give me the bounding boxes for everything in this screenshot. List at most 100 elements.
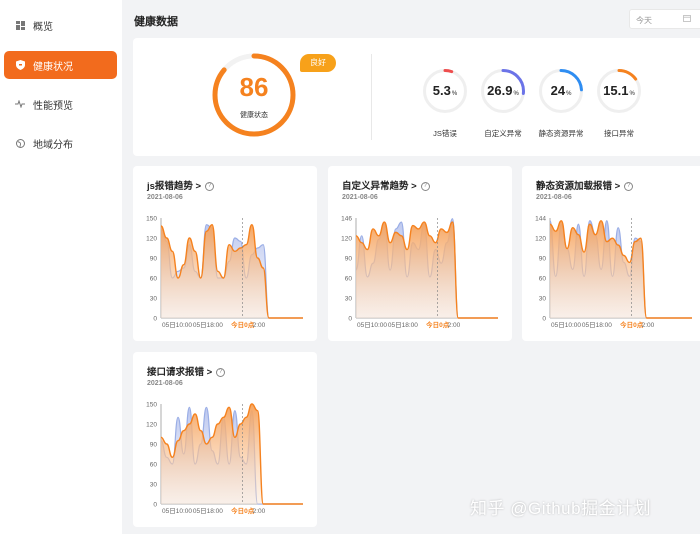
x-tick-label: 05日10:00	[162, 507, 192, 515]
sidebar: 概览 健康状况 性能预览 地域分布	[0, 0, 122, 534]
y-tick-label: 60	[150, 462, 158, 469]
series-area-primary	[550, 220, 692, 318]
series-area-primary	[356, 222, 498, 318]
health-score-gauge: 86 健康状态	[211, 52, 297, 138]
x-tick-label: 05日10:00	[162, 321, 192, 329]
y-tick-label: 120	[341, 236, 352, 243]
metric-value: 5.3	[432, 83, 451, 98]
x-tick-label: 05日18:00	[193, 321, 223, 329]
y-tick-label: 120	[535, 236, 546, 243]
x-tick-label: 05日18:00	[193, 507, 223, 515]
y-tick-label: 0	[542, 316, 546, 323]
y-tick-label: 60	[150, 276, 158, 283]
y-tick-label: 0	[153, 316, 157, 323]
chart-card-title-link[interactable]: js报错趋势 >?	[147, 178, 215, 192]
y-tick-label: 90	[150, 442, 158, 449]
metric-custom-error[interactable]: 26.9%	[480, 68, 526, 114]
chart-card-title-link[interactable]: 自定义异常趋势 >?	[342, 178, 430, 192]
health-status-badge: 良好	[300, 54, 336, 72]
y-tick-label: 90	[539, 256, 547, 263]
y-tick-label: 30	[539, 296, 547, 303]
chart-date: 2021-08-06	[147, 194, 183, 201]
metric-label: 接口异常	[604, 129, 634, 138]
y-tick-label: 144	[535, 216, 546, 223]
shield-icon	[15, 60, 25, 70]
chart-date: 2021-08-06	[342, 194, 378, 201]
y-tick-label: 120	[146, 422, 157, 429]
metric-unit: %	[513, 91, 519, 97]
sidebar-item-health[interactable]: 健康状况	[4, 51, 117, 79]
sidebar-item-label: 健康状况	[33, 61, 73, 73]
chart-title: js报错趋势 >	[147, 181, 202, 192]
health-score-value: 86	[239, 72, 269, 102]
x-tick-label: 2:00	[642, 322, 655, 329]
sidebar-item-region[interactable]: 地域分布	[4, 129, 117, 157]
watermark: 知乎 @Github掘金计划	[470, 499, 652, 518]
trend-chart: 144 120 90 60 30 0 05日10:00 05日18:00 今日0点2:00	[535, 216, 692, 329]
sidebar-item-overview[interactable]: 概览	[4, 11, 117, 39]
pulse-icon	[15, 99, 25, 109]
health-summary-panel: 86 健康状态 良好 5.3% JS错误 26.9% 自定义异常 24% 静态资…	[133, 38, 700, 156]
y-tick-label: 120	[146, 236, 157, 243]
sidebar-item-performance[interactable]: 性能预览	[4, 90, 117, 118]
y-tick-label: 60	[345, 276, 353, 283]
chart-card-api-error: 接口请求报错 >? 2021-08-06 150 120 90 60 30 0 05日10:…	[133, 352, 317, 527]
y-tick-label: 90	[150, 256, 158, 263]
y-tick-label: 60	[539, 276, 547, 283]
y-tick-label: 150	[146, 216, 157, 223]
x-tick-label: 05日10:00	[551, 321, 581, 329]
y-tick-label: 30	[150, 296, 158, 303]
globe-icon	[15, 138, 25, 148]
panel-divider	[371, 54, 372, 140]
metric-value: 15.1	[603, 83, 629, 98]
y-tick-label: 150	[146, 402, 157, 409]
y-tick-label: 30	[150, 482, 158, 489]
x-tick-label: 2:00	[253, 508, 266, 515]
metric-api-error[interactable]: 15.1%	[596, 68, 642, 114]
metric-unit: %	[629, 91, 635, 97]
chart-card-title-link[interactable]: 接口请求报错 >?	[147, 364, 226, 378]
chart-title: 静态资源加载报错 >	[536, 181, 621, 192]
y-tick-label: 0	[348, 316, 352, 323]
help-icon[interactable]: ?	[420, 181, 430, 191]
help-icon[interactable]: ?	[216, 367, 226, 377]
metric-unit: %	[451, 91, 458, 97]
chart-date: 2021-08-06	[147, 380, 183, 387]
date-picker[interactable]: 今天	[629, 9, 700, 29]
chart-card-custom-error: 自定义异常趋势 >? 2021-08-06 146 120 90 60 30 0 05日10…	[328, 166, 512, 341]
chart-card-title-link[interactable]: 静态资源加载报错 >?	[536, 178, 634, 192]
date-picker-value: 今天	[636, 16, 652, 25]
x-tick-label: 今日0点	[231, 506, 255, 515]
chart-card-js-error: js报错趋势 >? 2021-08-06 150 120 90 60 30 0 05日10:…	[133, 166, 317, 341]
sidebar-item-label: 地域分布	[33, 139, 73, 151]
page-title: 健康数据	[134, 16, 178, 28]
x-tick-label: 05日18:00	[388, 321, 418, 329]
metric-value: 24	[550, 83, 566, 98]
y-tick-label: 90	[345, 256, 353, 263]
trend-chart: 150 120 90 60 30 0 05日10:00 05日18:00 今日0点2:00	[146, 216, 303, 329]
trend-chart: 150 120 90 60 30 0 05日10:00 05日18:00 今日0点2:00	[146, 402, 303, 515]
chart-title: 接口请求报错 >	[147, 367, 213, 378]
trend-chart: 146 120 90 60 30 0 05日10:00 05日18:00 今日0点2:00	[341, 216, 498, 329]
sidebar-item-label: 概览	[33, 21, 53, 33]
metric-js-error[interactable]: 5.3%	[422, 68, 468, 114]
x-tick-label: 05日10:00	[357, 321, 387, 329]
metric-static-resource-error[interactable]: 24%	[538, 68, 584, 114]
metric-unit: %	[566, 91, 572, 97]
chart-title: 自定义异常趋势 >	[342, 181, 417, 192]
y-tick-label: 146	[341, 216, 352, 223]
health-score-label: 健康状态	[240, 112, 268, 119]
series-area-primary	[161, 224, 303, 318]
sidebar-item-label: 性能预览	[33, 100, 73, 112]
x-tick-label: 05日18:00	[582, 321, 612, 329]
chart-card-static-resource-error: 静态资源加载报错 >? 2021-08-06 144 120 90 60 30 0 05日1…	[522, 166, 700, 341]
calendar-icon	[683, 14, 691, 24]
x-tick-label: 2:00	[448, 322, 461, 329]
help-icon[interactable]: ?	[624, 181, 634, 191]
help-icon[interactable]: ?	[205, 181, 215, 191]
dashboard-icon	[15, 20, 25, 30]
y-tick-label: 30	[345, 296, 353, 303]
y-tick-label: 0	[153, 502, 157, 509]
x-tick-label: 今日0点	[426, 320, 450, 329]
metric-value: 26.9	[487, 83, 513, 98]
